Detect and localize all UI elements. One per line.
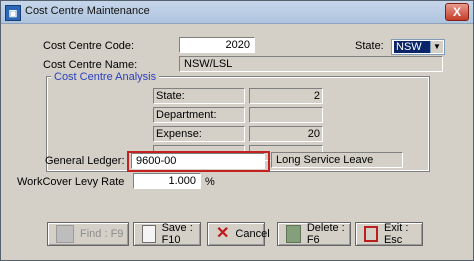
analysis-row-2-label: Department: [153, 107, 245, 123]
window-title: Cost Centre Maintenance [25, 5, 150, 17]
analysis-row-2-value [249, 107, 323, 123]
exit-icon [364, 226, 378, 242]
close-button[interactable]: X [445, 3, 469, 21]
find-button[interactable]: Find : F9 [47, 222, 129, 246]
cancel-icon: ✕ [216, 225, 230, 242]
analysis-row-3-label: Expense: [153, 126, 245, 142]
title-bar: ▣ Cost Centre Maintenance X [1, 1, 473, 24]
workcover-levy-label: WorkCover Levy Rate [17, 176, 125, 188]
chevron-down-icon[interactable]: ▼ [430, 41, 443, 53]
cost-centre-analysis-title: Cost Centre Analysis [51, 71, 160, 83]
app-icon: ▣ [5, 5, 21, 21]
cost-centre-code-field[interactable]: 2020 [179, 37, 255, 53]
state-select[interactable]: NSW ▼ [391, 39, 445, 55]
find-button-label: Find : F9 [80, 228, 124, 240]
workcover-levy-field[interactable]: 1.000 [133, 173, 201, 189]
save-button[interactable]: Save : F10 [133, 222, 201, 246]
cost-centre-window: ▣ Cost Centre Maintenance X Cost Centre … [0, 0, 474, 261]
general-ledger-field[interactable]: 9600-00 [131, 153, 265, 169]
delete-button-label: Delete : F6 [306, 222, 345, 246]
save-icon [142, 225, 156, 243]
exit-button-label: Exit : Esc [383, 222, 409, 246]
save-button-label: Save : F10 [161, 222, 193, 246]
state-label: State: [355, 40, 384, 52]
percent-label: % [205, 176, 215, 188]
analysis-row-1-value: 2 [249, 88, 323, 104]
general-ledger-label: General Ledger: [45, 155, 125, 167]
find-icon [56, 225, 74, 243]
cancel-button[interactable]: ✕ Cancel [207, 222, 270, 246]
analysis-row-3-value: 20 [249, 126, 323, 142]
general-ledger-description: Long Service Leave [271, 152, 403, 168]
analysis-row-1-label: State: [153, 88, 245, 104]
delete-icon [286, 225, 301, 243]
cost-centre-name-field: NSW/LSL [179, 56, 443, 72]
delete-button[interactable]: Delete : F6 [277, 222, 351, 246]
state-selected-value: NSW [394, 41, 430, 53]
cost-centre-code-label: Cost Centre Code: [43, 40, 135, 52]
cancel-button-label: Cancel [235, 228, 270, 240]
cost-centre-name-label: Cost Centre Name: [43, 59, 138, 71]
exit-button[interactable]: Exit : Esc [355, 222, 423, 246]
